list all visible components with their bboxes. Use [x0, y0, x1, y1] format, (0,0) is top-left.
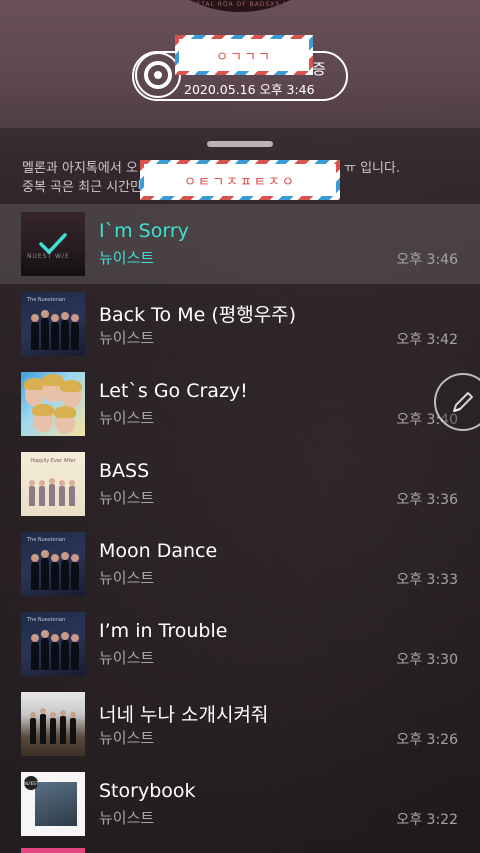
album-thumbnail: The Nuestorian: [21, 612, 85, 676]
notice-line1-start: 멜론과 아지톡에서 오: [22, 161, 138, 176]
song-artist: 뉴이스트: [99, 729, 155, 747]
song-title: Storybook: [99, 780, 196, 802]
stamp-middle-text: ㅇㅌㄱㅈㅍㅌㅈㅇ: [184, 174, 296, 190]
album-caption: The Nuestorian: [27, 617, 66, 623]
album-caption: Happily Ever After: [30, 458, 76, 464]
song-artist: 뉴이스트: [99, 249, 155, 267]
next-album-thumbnail-peek: [21, 848, 85, 853]
song-time: 오후 3:36: [396, 492, 458, 508]
selected-overlay: [21, 212, 85, 276]
song-row[interactable]: The Nuestorian I’m in Trouble 뉴이스트 오후 3:…: [0, 604, 480, 684]
redaction-stamp-middle: ㅇㅌㄱㅈㅍㅌㅈㅇ: [140, 160, 340, 200]
song-artist: 뉴이스트: [99, 569, 155, 587]
album-arc-text: ARHNFTAL ROA OF BADSXS NOTH: [175, 1, 305, 8]
stamp-top-text: ㅇㄱㄱㄱ: [216, 49, 272, 65]
song-row[interactable]: The Nuestorian Moon Dance 뉴이스트 오후 3:33: [0, 524, 480, 604]
album-caption: The Nuestorian: [27, 537, 66, 543]
song-title: I’m in Trouble: [99, 620, 228, 642]
song-artist: 뉴이스트: [99, 489, 155, 507]
album-thumbnail: The Nuestorian: [21, 532, 85, 596]
album-thumbnail: [21, 372, 85, 436]
song-artist: 뉴이스트: [99, 809, 155, 827]
song-artist: 뉴이스트: [99, 649, 155, 667]
song-row[interactable]: NUEST W/E I`m Sorry 뉴이스트 오후 3:46: [0, 204, 480, 284]
checkmark-icon: [39, 233, 67, 254]
record-date: 2020.05.16 오후 3:46: [184, 82, 315, 97]
song-time: 오후 3:46: [396, 252, 458, 268]
album-caption: The Nuestorian: [27, 297, 66, 303]
song-title: Let`s Go Crazy!: [99, 380, 248, 402]
album-thumbnail: NU'EST: [21, 772, 85, 836]
redaction-stamp-top: ㅇㄱㄱㄱ: [175, 35, 313, 75]
album-thumbnail: [21, 692, 85, 756]
song-artist: 뉴이스트: [99, 329, 155, 347]
album-thumbnail: The Nuestorian: [21, 292, 85, 356]
song-title: Back To Me (평행우주): [99, 304, 297, 326]
song-time: 오후 3:26: [396, 732, 458, 748]
song-time: 오후 3:42: [396, 332, 458, 348]
song-row[interactable]: The Nuestorian Back To Me (평행우주) 뉴이스트 오후…: [0, 284, 480, 364]
pencil-icon: [453, 392, 473, 412]
album-caption: NU'EST: [24, 776, 38, 790]
song-title: BASS: [99, 460, 150, 482]
notice-line2: 중복 곡은 최근 시간만: [22, 180, 143, 195]
song-time: 오후 3:33: [396, 572, 458, 588]
notice-line1-end: ㅠ 입니다.: [344, 161, 401, 176]
song-row[interactable]: NU'EST Storybook 뉴이스트 오후 3:22: [0, 764, 480, 844]
song-row[interactable]: 너네 누나 소개시켜줘 뉴이스트 오후 3:26: [0, 684, 480, 764]
record-suffix: 증: [312, 60, 326, 78]
sheet-drag-handle[interactable]: [207, 141, 273, 147]
song-time: 오후 3:22: [396, 812, 458, 828]
song-row[interactable]: Let`s Go Crazy! 뉴이스트 오후 3:40: [0, 364, 480, 444]
album-thumbnail: Happily Ever After: [21, 452, 85, 516]
song-title: Moon Dance: [99, 540, 218, 562]
song-title: I`m Sorry: [99, 220, 189, 242]
song-time: 오후 3:30: [396, 652, 458, 668]
song-row[interactable]: Happily Ever After BASS 뉴이스트 오후 3:36: [0, 444, 480, 524]
song-artist: 뉴이스트: [99, 409, 155, 427]
song-title: 너네 누나 소개시켜줘: [99, 704, 269, 726]
